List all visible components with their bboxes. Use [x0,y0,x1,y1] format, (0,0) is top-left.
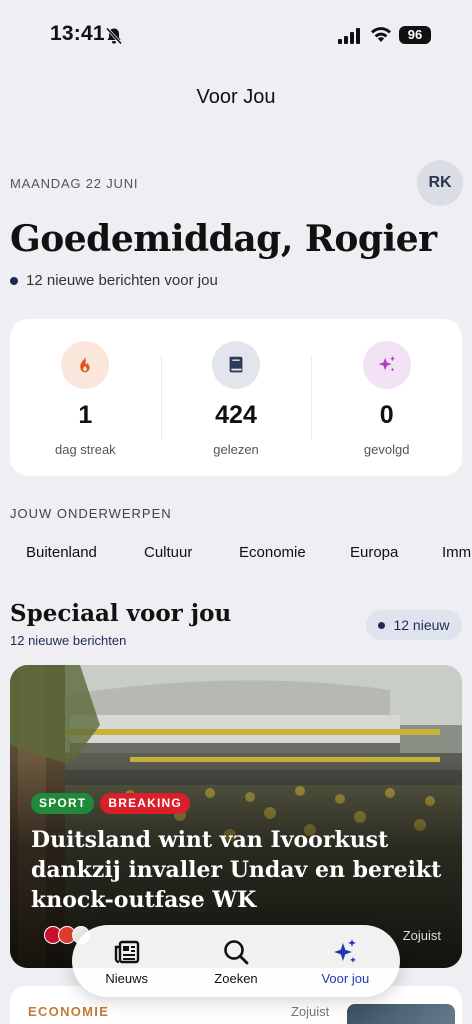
fire-icon [61,341,110,389]
new-messages-line: 12 nieuwe berichten voor jou [10,272,218,289]
greeting-title: Goedemiddag, Rogier [10,218,437,260]
status-bar: 13:41 96 [0,0,472,70]
tab-nieuws[interactable]: Nieuws [72,925,181,997]
stat-value: 0 [379,401,394,429]
topic-chip[interactable]: Imm [442,544,471,561]
topics-scroller[interactable]: Buitenland Cultuur Economie Europa Imm [0,536,472,570]
book-icon [212,341,260,389]
tab-zoeken[interactable]: Zoeken [181,925,290,997]
photo-gradient [10,665,462,968]
search-icon [224,939,249,964]
status-time: 13:41 [50,22,105,45]
page-title: Voor Jou [196,86,276,108]
avatar[interactable]: RK [417,160,463,206]
article-tags: SPORT BREAKING [31,793,190,814]
signal-icon [338,28,360,44]
newspaper-icon [114,940,139,963]
article-time: Zojuist [291,1004,330,1019]
new-count-label: 12 nieuw [393,617,450,633]
stat-label: dag streak [54,442,116,457]
tab-voor-jou[interactable]: Voor jou [291,925,400,997]
stat-label: gelezen [213,442,259,457]
wifi-icon [371,27,391,42]
section-title: Speciaal voor jou [10,600,232,627]
section-subtitle: 12 nieuwe berichten [10,633,127,648]
new-messages-text: 12 nieuwe berichten voor jou [26,272,218,289]
category-label: ECONOMIE [28,1004,110,1019]
sparkle-icon [362,341,411,389]
battery-indicator: 96 [399,26,431,44]
tab-label: Voor jou [321,970,370,986]
bell-muted-icon [105,27,123,45]
hero-article-card[interactable]: SPORT BREAKING Duitsland wint van Ivoork… [10,665,462,968]
stat-streak: 1 dag streak [10,319,161,476]
topic-chip[interactable]: Buitenland [26,544,97,561]
unread-dot [378,621,386,629]
article-thumbnail [347,1004,455,1024]
stat-read: 424 gelezen [160,319,312,476]
stat-value: 424 [215,401,257,429]
sparkle-icon [334,938,357,963]
tab-bar: Nieuws Zoeken Voor jou [72,925,400,997]
stat-followed: 0 gevolgd [311,319,462,476]
tab-label: Zoeken [214,970,258,986]
article-time: Zojuist [402,928,441,943]
stat-value: 1 [78,401,93,429]
tab-label: Nieuws [105,970,148,986]
date-label: MAANDAG 22 JUNI [10,176,139,191]
tag-sport: SPORT [31,793,95,814]
stats-card: 1 dag streak 424 gelezen 0 gevolgd [10,319,462,476]
unread-dot [10,276,18,285]
article-headline: Duitsland wint van Ivoorkust dankzij inv… [31,827,442,913]
topics-heading: JOUW ONDERWERPEN [10,506,172,521]
topic-chip[interactable]: Economie [239,544,306,561]
stat-label: gevolgd [363,442,410,457]
new-count-badge[interactable]: 12 nieuw [366,610,462,640]
topic-chip[interactable]: Europa [350,544,398,561]
topic-chip[interactable]: Cultuur [144,544,192,561]
tag-breaking: BREAKING [100,793,190,814]
